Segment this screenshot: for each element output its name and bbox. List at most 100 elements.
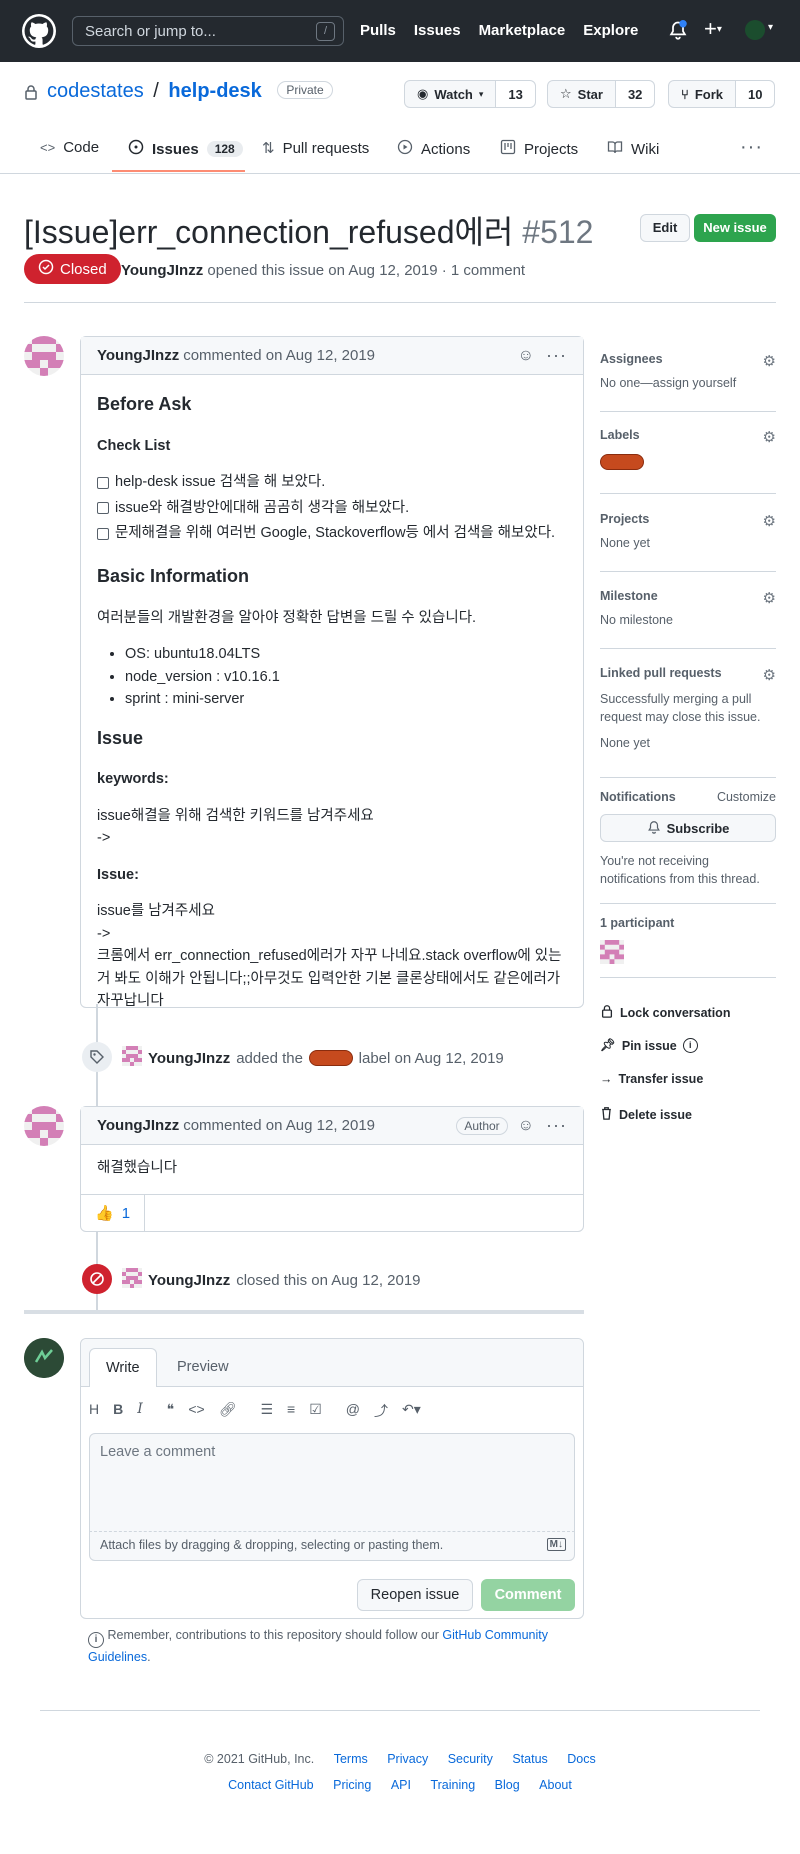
repo-owner-link[interactable]: codestates [47, 80, 144, 102]
mention-icon[interactable]: @ [346, 1401, 360, 1421]
lock-conversation-action[interactable]: Lock conversation [600, 1004, 730, 1021]
gear-icon[interactable]: ⚙ [763, 666, 776, 684]
tab-actions[interactable]: Actions [397, 139, 470, 159]
comment-timestamp[interactable]: commented on Aug 12, 2019 [183, 1117, 375, 1134]
task-checkbox[interactable] [97, 476, 109, 489]
cross-reference-icon[interactable]: ⤴ [374, 1401, 388, 1421]
thumbs-up-reaction[interactable]: 👍 1 [81, 1195, 146, 1231]
nav-marketplace[interactable]: Marketplace [479, 22, 566, 39]
author-avatar[interactable] [24, 1106, 64, 1146]
fork-button[interactable]: ⑂ Fork [669, 81, 736, 107]
projects-title[interactable]: Projects [600, 512, 776, 526]
issue-author-link[interactable]: YoungJInzz [121, 262, 203, 279]
tab-code[interactable]: <> Code [40, 139, 99, 156]
event-author-link[interactable]: YoungJInzz [148, 1272, 230, 1289]
comment-button[interactable]: Comment [481, 1579, 575, 1611]
footer-link[interactable]: Blog [495, 1778, 520, 1792]
link-icon[interactable]: 🔗︎ [219, 1401, 237, 1421]
issue-label-pill[interactable]: issue [600, 454, 644, 470]
more-tabs-icon[interactable]: ··· [740, 136, 763, 159]
tab-pull-requests[interactable]: ⇅ Pull requests [262, 139, 369, 158]
gear-icon[interactable]: ⚙ [763, 352, 776, 370]
event-avatar[interactable] [122, 1268, 142, 1292]
write-tab[interactable]: Write [89, 1348, 157, 1387]
tab-projects[interactable]: Projects [500, 139, 578, 159]
footer-link[interactable]: Docs [567, 1752, 595, 1766]
task-checkbox[interactable] [97, 527, 109, 540]
kebab-menu-icon[interactable]: ··· [546, 1115, 567, 1136]
pin-issue-action[interactable]: 📌︎ Pin issue i [600, 1038, 698, 1053]
notification-bell-icon[interactable] [668, 20, 688, 40]
customize-link[interactable]: Customize [717, 790, 776, 804]
code-icon[interactable]: <> [188, 1401, 204, 1421]
assignees-title[interactable]: Assignees [600, 352, 776, 366]
tab-projects-label: Projects [524, 140, 579, 158]
footer-link[interactable]: API [391, 1778, 411, 1792]
subscribe-button[interactable]: Subscribe [600, 814, 776, 842]
reopen-issue-button[interactable]: Reopen issue [357, 1579, 473, 1611]
tab-wiki[interactable]: Wiki [607, 139, 659, 159]
current-user-avatar[interactable] [24, 1338, 64, 1378]
new-issue-button[interactable]: New issue [694, 214, 776, 242]
edit-button[interactable]: Edit [640, 214, 690, 242]
milestone-title[interactable]: Milestone [600, 589, 776, 603]
labels-title[interactable]: Labels [600, 428, 776, 442]
nav-explore[interactable]: Explore [583, 22, 638, 39]
gear-icon[interactable]: ⚙ [763, 589, 776, 607]
comment-author-link[interactable]: YoungJInzz [97, 347, 179, 364]
watch-count[interactable]: 13 [496, 81, 535, 107]
participant-avatar[interactable] [600, 940, 776, 967]
emoji-reaction-icon[interactable]: ☺ [518, 1117, 534, 1135]
ordered-list-icon[interactable]: ≡ [287, 1401, 295, 1421]
footer-link[interactable]: Pricing [333, 1778, 371, 1792]
github-logo-icon[interactable] [22, 14, 56, 48]
author-avatar[interactable] [24, 336, 64, 376]
italic-icon[interactable]: I [137, 1401, 143, 1421]
watch-button[interactable]: ◉ Watch ▾ [405, 81, 497, 107]
issue-label-pill[interactable]: issue [308, 1050, 353, 1066]
emoji-reaction-icon[interactable]: ☺ [518, 347, 534, 365]
delete-issue-action[interactable]: Delete issue [600, 1106, 692, 1123]
heading-icon[interactable]: H [89, 1401, 99, 1421]
nav-issues[interactable]: Issues [414, 22, 461, 39]
preview-tab[interactable]: Preview [161, 1348, 245, 1387]
unordered-list-icon[interactable]: ☰ [260, 1401, 273, 1421]
footer-link[interactable]: Status [512, 1752, 547, 1766]
footer-link[interactable]: About [539, 1778, 572, 1792]
assignees-value[interactable]: No one—assign yourself [600, 376, 776, 390]
footer-link[interactable]: Security [448, 1752, 493, 1766]
attach-files-area[interactable]: Attach files by dragging & dropping, sel… [89, 1531, 575, 1561]
heading-basic-information: Basic Information [97, 565, 250, 586]
nav-pulls[interactable]: Pulls [360, 22, 396, 39]
footer-link[interactable]: Contact GitHub [228, 1778, 313, 1792]
kebab-menu-icon[interactable]: ··· [546, 345, 567, 366]
user-avatar[interactable] [745, 20, 765, 40]
quote-icon[interactable]: ❝ [167, 1401, 175, 1421]
event-author-link[interactable]: YoungJInzz [148, 1050, 230, 1067]
comment-author-link[interactable]: YoungJInzz [97, 1117, 179, 1134]
bold-icon[interactable]: B [113, 1401, 123, 1421]
star-count[interactable]: 32 [615, 81, 655, 107]
tab-issues[interactable]: Issues 128 [128, 139, 243, 159]
avatar-caret-icon[interactable]: ▾ [768, 22, 773, 33]
info-icon[interactable]: i [682, 1038, 698, 1053]
footer-link[interactable]: Terms [334, 1752, 368, 1766]
task-list-icon[interactable]: ☑ [309, 1401, 322, 1421]
comment-textarea[interactable]: Leave a comment [89, 1433, 575, 1531]
footer-link[interactable]: Training [430, 1778, 475, 1792]
reply-icon[interactable]: ↶▾ [402, 1401, 421, 1421]
gear-icon[interactable]: ⚙ [763, 428, 776, 446]
transfer-issue-action[interactable]: → Transfer issue [600, 1072, 703, 1086]
markdown-icon[interactable]: M↓ [546, 1538, 566, 1551]
repo-name-link[interactable]: help-desk [168, 80, 261, 102]
event-avatar[interactable] [122, 1046, 142, 1070]
star-button[interactable]: ☆ Star [548, 81, 616, 107]
search-input[interactable]: Search or jump to... / [72, 16, 344, 46]
comment-timestamp[interactable]: commented on Aug 12, 2019 [183, 347, 375, 364]
gear-icon[interactable]: ⚙ [763, 512, 776, 530]
create-new-icon[interactable]: +▾ [704, 18, 722, 40]
task-checkbox[interactable] [97, 502, 109, 515]
fork-count[interactable]: 10 [735, 81, 775, 107]
linked-pr-title[interactable]: Linked pull requests [600, 666, 776, 680]
footer-link[interactable]: Privacy [387, 1752, 428, 1766]
